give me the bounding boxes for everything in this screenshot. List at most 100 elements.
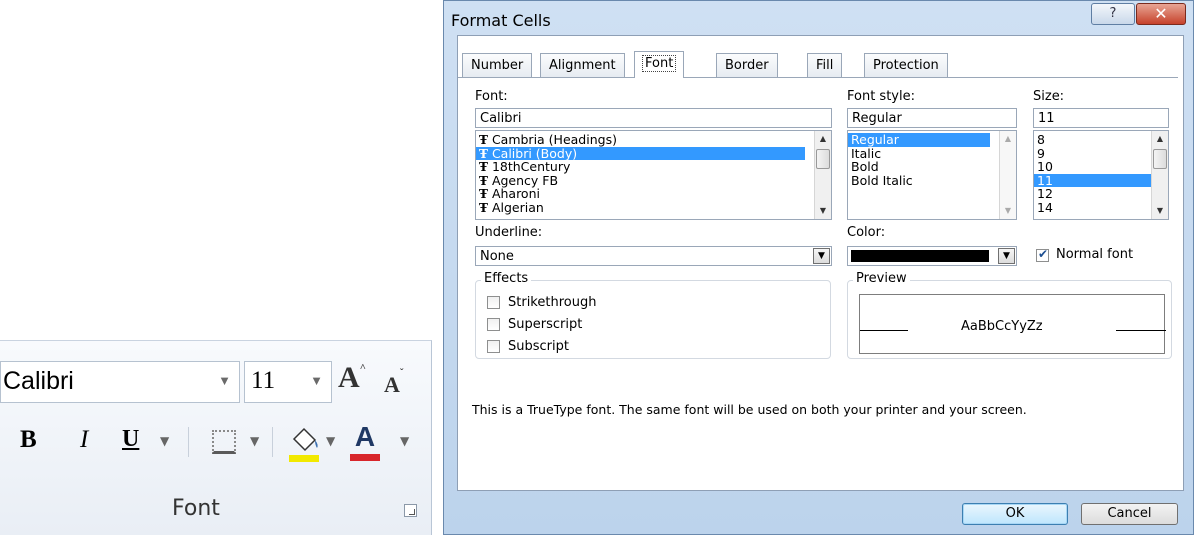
list-item[interactable]: Ŧ Aharoni: [476, 187, 831, 201]
font-style-scrollbar[interactable]: ▲ ▼: [999, 131, 1016, 219]
font-color-button[interactable]: A: [348, 421, 382, 461]
normal-font-label[interactable]: Normal font: [1056, 247, 1133, 262]
tab-border[interactable]: Border: [716, 53, 778, 77]
underline-value: None: [480, 249, 514, 264]
preview-title: Preview: [853, 271, 910, 286]
font-list-scrollbar[interactable]: ▲ ▼: [814, 131, 831, 219]
chevron-down-icon[interactable]: ▼: [250, 434, 259, 448]
group-label: Font: [172, 496, 220, 521]
underline-button[interactable]: U: [122, 426, 139, 453]
scroll-down-icon[interactable]: ▼: [815, 203, 831, 219]
list-item[interactable]: Ŧ 18thCentury: [476, 160, 831, 174]
chevron-down-icon[interactable]: ▼: [160, 434, 169, 448]
font-style-label: Font style:: [847, 89, 915, 104]
list-item[interactable]: Ŧ Algerian: [476, 200, 831, 215]
chevron-down-icon[interactable]: ▼: [310, 373, 323, 389]
underline-label: Underline:: [475, 225, 543, 240]
chevron-down-icon[interactable]: ▼: [400, 434, 409, 448]
font-style-list[interactable]: Regular Italic Bold Bold Italic ▲ ▼: [847, 130, 1017, 220]
list-item[interactable]: 9: [1034, 146, 1168, 161]
list-item[interactable]: Ŧ Agency FB: [476, 173, 831, 188]
strikethrough-checkbox[interactable]: [487, 296, 500, 309]
scroll-thumb[interactable]: [1153, 149, 1167, 169]
chevron-down-icon[interactable]: ▼: [813, 248, 830, 264]
truetype-icon: Ŧ: [479, 200, 488, 215]
dialog-title: Format Cells: [451, 11, 551, 30]
list-item[interactable]: Italic: [848, 146, 1016, 161]
list-item[interactable]: Bold Italic: [848, 173, 1016, 188]
size-list-scrollbar[interactable]: ▲ ▼: [1151, 131, 1168, 219]
tab-fill[interactable]: Fill: [807, 53, 843, 77]
shrink-font-glyph: A: [384, 372, 400, 397]
truetype-icon: Ŧ: [479, 187, 488, 201]
tab-alignment[interactable]: Alignment: [540, 53, 625, 77]
grow-font-glyph: A: [338, 361, 360, 394]
scroll-down-icon[interactable]: ▼: [1000, 203, 1016, 219]
list-item-selected[interactable]: Regular: [848, 133, 990, 147]
size-list[interactable]: 8 9 10 11 12 14 ▲ ▼: [1033, 130, 1169, 220]
format-cells-dialog: Format Cells ? ✕ Number Alignment Font B…: [443, 0, 1194, 535]
scroll-down-icon[interactable]: ▼: [1152, 203, 1168, 219]
dialog-launcher-icon[interactable]: [404, 504, 417, 517]
color-swatch: [851, 250, 989, 262]
chevron-down-icon[interactable]: ▼: [326, 434, 335, 448]
size-label: Size:: [1033, 89, 1065, 104]
preview-sample: AaBbCcYyZz: [961, 319, 1043, 334]
underline-select[interactable]: None ▼: [475, 246, 832, 266]
caret-up-icon: ^: [359, 362, 367, 374]
effects-title: Effects: [481, 271, 532, 286]
font-input[interactable]: Calibri: [475, 108, 832, 128]
font-size-combo[interactable]: 11 ▼: [244, 361, 332, 403]
ok-button[interactable]: OK: [962, 503, 1068, 525]
list-item[interactable]: 14: [1034, 200, 1168, 215]
scroll-up-icon[interactable]: ▲: [1152, 131, 1168, 147]
superscript-label[interactable]: Superscript: [508, 317, 582, 332]
tab-protection[interactable]: Protection: [864, 53, 948, 77]
truetype-icon: Ŧ: [479, 133, 488, 147]
font-color-glyph: A: [354, 421, 376, 452]
tab-number[interactable]: Number: [462, 53, 533, 77]
list-item[interactable]: 12: [1034, 187, 1168, 201]
chevron-down-icon[interactable]: ▼: [218, 373, 231, 388]
cancel-button[interactable]: Cancel: [1081, 503, 1178, 525]
list-item-selected[interactable]: Ŧ Calibri (Body): [476, 146, 805, 160]
scroll-up-icon[interactable]: ▲: [815, 131, 831, 147]
list-item[interactable]: 10: [1034, 160, 1168, 174]
strikethrough-label[interactable]: Strikethrough: [508, 295, 596, 310]
list-item[interactable]: Bold: [848, 160, 1016, 174]
help-button[interactable]: ?: [1091, 3, 1135, 25]
tab-font[interactable]: Font: [634, 51, 685, 78]
close-button[interactable]: ✕: [1136, 3, 1186, 25]
close-icon: ✕: [1154, 4, 1168, 23]
font-name-value: Calibri: [3, 367, 74, 395]
list-item[interactable]: Ŧ Cambria (Headings): [476, 133, 831, 147]
tab-divider: [458, 77, 1178, 78]
italic-button[interactable]: I: [80, 426, 88, 454]
fill-bucket-icon[interactable]: [288, 423, 322, 465]
bold-button[interactable]: B: [20, 426, 37, 454]
superscript-checkbox[interactable]: [487, 318, 500, 331]
scroll-thumb[interactable]: [816, 149, 830, 169]
truetype-icon: Ŧ: [479, 160, 488, 174]
subscript-checkbox[interactable]: [487, 340, 500, 353]
scroll-up-icon[interactable]: ▲: [1000, 131, 1016, 147]
font-color-bar: [350, 454, 380, 461]
baseline-left: [860, 330, 908, 331]
shrink-font-button[interactable]: Aˇ: [384, 367, 404, 398]
font-style-input[interactable]: Regular: [847, 108, 1017, 128]
chevron-down-icon[interactable]: ▼: [998, 248, 1015, 264]
grow-font-button[interactable]: A^: [338, 361, 366, 395]
subscript-label[interactable]: Subscript: [508, 339, 569, 354]
font-name-combo[interactable]: Calibri ▼: [0, 361, 240, 403]
size-input[interactable]: 11: [1033, 108, 1169, 128]
font-size-value: 11: [251, 367, 276, 394]
normal-font-checkbox[interactable]: [1036, 247, 1049, 262]
truetype-icon: Ŧ: [479, 173, 488, 188]
font-list[interactable]: Ŧ Cambria (Headings) Ŧ Calibri (Body) Ŧ 18t…: [475, 130, 832, 220]
separator: [272, 427, 273, 457]
preview-box: AaBbCcYyZz: [859, 294, 1166, 354]
list-item-selected[interactable]: 11: [1034, 173, 1151, 187]
color-select[interactable]: ▼: [847, 246, 1017, 266]
border-icon[interactable]: [212, 430, 236, 454]
list-item[interactable]: 8: [1034, 133, 1168, 147]
